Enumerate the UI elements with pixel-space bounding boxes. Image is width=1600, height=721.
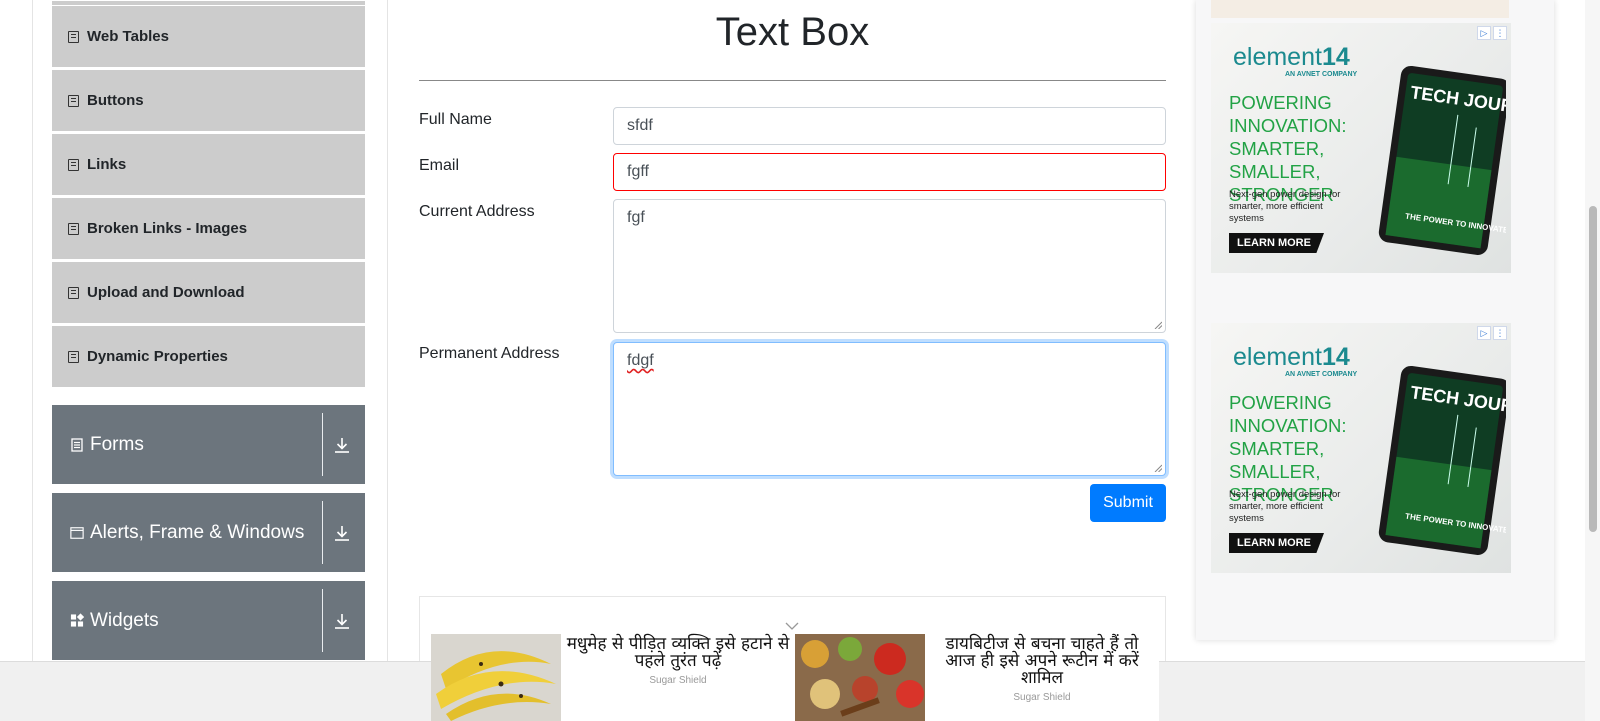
ad-choices-icon[interactable]: ▷ <box>1477 26 1491 40</box>
divider <box>322 413 323 476</box>
resize-grip-icon[interactable] <box>1154 464 1162 472</box>
native-ad-source: Sugar Shield <box>1013 692 1071 703</box>
ad-brand-sub: AN AVNET COMPANY <box>1285 371 1358 378</box>
download-icon[interactable] <box>334 437 350 458</box>
menu-item-label: Web Tables <box>87 28 169 45</box>
group-label: Widgets <box>90 609 159 631</box>
ad-brand: element14 <box>1233 343 1350 371</box>
menu-item-web-tables[interactable]: Web Tables <box>52 5 365 67</box>
ad-brand: element14 <box>1233 43 1350 71</box>
ad-strip <box>1211 0 1509 18</box>
list-icon <box>68 94 79 107</box>
menu-item-dynamic-properties[interactable]: Dynamic Properties <box>52 325 365 387</box>
more-options-icon[interactable]: ⋮ <box>1493 326 1507 340</box>
submit-button[interactable]: Submit <box>1090 484 1166 522</box>
email-input[interactable]: fgff <box>613 153 1166 191</box>
vegetables-image <box>795 634 925 721</box>
group-label: Forms <box>90 433 144 455</box>
learn-more-button[interactable]: LEARN MORE <box>1229 233 1324 253</box>
learn-more-button[interactable]: LEARN MORE <box>1229 533 1324 553</box>
page-scrollbar[interactable] <box>1585 0 1600 721</box>
divider <box>322 589 323 652</box>
menu-item-label: Broken Links - Images <box>87 220 248 237</box>
current-address-value: fgf <box>627 209 645 226</box>
divider <box>322 501 323 564</box>
list-icon <box>68 286 79 299</box>
native-ad[interactable]: मधुमेह से पीड़ित व्यक्ति इसे हटाने से पह… <box>431 634 795 721</box>
permanent-address-value: fdgf <box>627 352 654 369</box>
ad-body: Next-gen power design for smarter, more … <box>1229 489 1341 524</box>
current-address-textarea[interactable]: fgf <box>613 199 1166 333</box>
current-address-label: Current Address <box>419 203 535 220</box>
title-divider <box>419 80 1166 81</box>
permanent-address-label: Permanent Address <box>419 345 560 362</box>
group-forms[interactable]: Forms <box>52 405 365 484</box>
bananas-image <box>431 634 561 721</box>
form-icon <box>70 437 84 452</box>
email-label: Email <box>419 157 460 174</box>
menu-item-broken-links[interactable]: Broken Links - Images <box>52 197 365 259</box>
list-icon <box>68 350 79 363</box>
ad-body: Next-gen power design for smarter, more … <box>1229 189 1341 224</box>
menu-item-links[interactable]: Links <box>52 133 365 195</box>
permanent-address-textarea[interactable]: fdgf <box>613 342 1166 476</box>
menu-item-label: Dynamic Properties <box>87 348 228 365</box>
tablet-image: TECH JOURNAL THE POWER TO INNOVATE <box>1378 365 1506 555</box>
native-ad-source: Sugar Shield <box>649 675 707 686</box>
chevron-down-icon[interactable] <box>785 617 799 633</box>
ad-choices[interactable]: ▷ ⋮ <box>1477 26 1507 40</box>
native-ad-headline: मधुमेह से पीड़ित व्यक्ति इसे हटाने से पह… <box>566 634 790 671</box>
scrollbar-thumb[interactable] <box>1589 206 1597 532</box>
menu-item-upload-download[interactable]: Upload and Download <box>52 261 365 323</box>
list-icon <box>68 158 79 171</box>
more-options-icon[interactable]: ⋮ <box>1493 26 1507 40</box>
widgets-icon <box>70 613 84 628</box>
right-ad-column: element14 AN AVNET COMPANY POWERING INNO… <box>1196 0 1554 640</box>
group-alerts-frame-windows[interactable]: Alerts, Frame & Windows <box>52 493 365 572</box>
tablet-image: TECH JOURNAL THE POWER TO INNOVATE <box>1378 65 1506 255</box>
ad-brand-sub: AN AVNET COMPANY <box>1285 71 1358 78</box>
download-icon[interactable] <box>334 525 350 546</box>
group-widgets[interactable]: Widgets <box>52 581 365 660</box>
banner-ad[interactable]: element14 AN AVNET COMPANY POWERING INNO… <box>1211 323 1511 573</box>
native-ad-headline: डायबिटीज से बचना चाहते हैं तो आज ही इसे … <box>945 634 1139 688</box>
menu-item-label: Buttons <box>87 92 144 109</box>
ad-choices[interactable]: ▷ ⋮ <box>1477 326 1507 340</box>
native-ad[interactable]: डायबिटीज से बचना चाहते हैं तो आज ही इसे … <box>795 634 1159 721</box>
banner-ad[interactable]: element14 AN AVNET COMPANY POWERING INNO… <box>1211 23 1511 273</box>
ad-choices-icon[interactable]: ▷ <box>1477 326 1491 340</box>
group-label: Alerts, Frame & Windows <box>90 521 305 543</box>
menu-item-buttons[interactable]: Buttons <box>52 69 365 131</box>
resize-grip-icon[interactable] <box>1154 321 1162 329</box>
menu-item-label: Links <box>87 156 127 173</box>
list-icon <box>68 222 79 235</box>
menu-item-label: Upload and Download <box>87 284 245 301</box>
download-icon[interactable] <box>334 613 350 634</box>
window-icon <box>70 526 84 540</box>
list-icon <box>68 30 79 43</box>
full-name-label: Full Name <box>419 111 492 128</box>
page-title: Text Box <box>715 10 870 54</box>
full-name-input[interactable]: sfdf <box>613 107 1166 145</box>
